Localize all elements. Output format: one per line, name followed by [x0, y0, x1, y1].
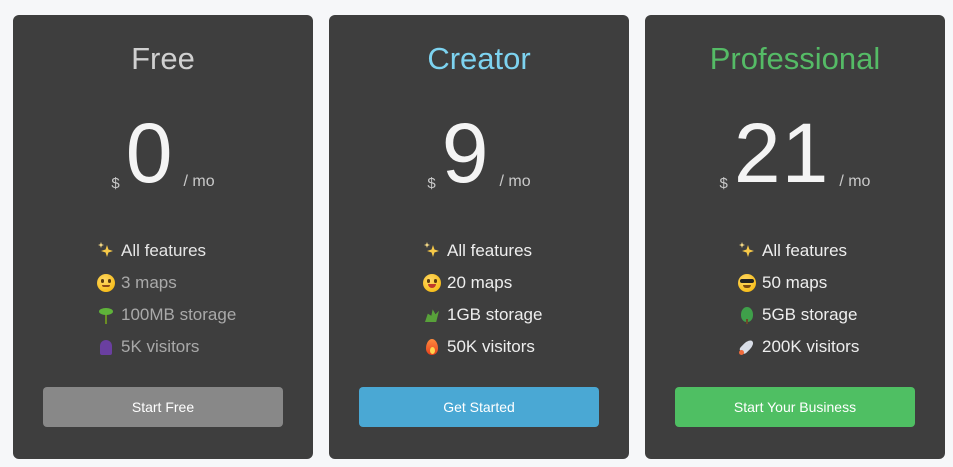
- plan-card-creator: Creator $ 9 / mo All features 20 maps 1G…: [329, 15, 629, 459]
- feature-label: All features: [762, 241, 848, 260]
- plan-price: $ 21 / mo: [645, 109, 945, 195]
- start-your-business-button[interactable]: Start Your Business: [675, 387, 915, 427]
- feature-label: 1GB storage: [447, 305, 543, 324]
- feature-item: 5GB storage: [738, 299, 953, 331]
- get-started-button[interactable]: Get Started: [359, 387, 599, 427]
- sparkles-icon: [423, 242, 441, 260]
- plan-card-free: Free $ 0 / mo All features 3 maps 100MB …: [13, 15, 313, 459]
- fire-icon: [423, 338, 441, 356]
- start-free-button[interactable]: Start Free: [43, 387, 283, 427]
- price-period: / mo: [183, 173, 215, 190]
- feature-label: 3 maps: [121, 273, 177, 292]
- pricing-plans: Free $ 0 / mo All features 3 maps 100MB …: [0, 0, 953, 467]
- feature-label: 20 maps: [447, 273, 513, 292]
- plan-title: Free: [131, 41, 195, 76]
- feature-item: 200K visitors: [738, 331, 953, 363]
- currency-symbol: $: [427, 175, 436, 192]
- price-period: / mo: [839, 173, 871, 190]
- ghost-icon: [97, 338, 115, 356]
- feature-label: 100MB storage: [121, 305, 237, 324]
- plan-price: $ 0 / mo: [13, 109, 313, 195]
- grimacing-face-icon: [97, 274, 115, 292]
- sparkles-icon: [738, 242, 756, 260]
- currency-symbol: $: [111, 175, 120, 192]
- sunglasses-face-icon: [738, 274, 756, 292]
- feature-label: All features: [121, 241, 207, 260]
- price-amount: 21: [733, 106, 830, 200]
- sparkles-icon: [97, 242, 115, 260]
- feature-item: All features: [738, 235, 953, 267]
- rocket-icon: [738, 338, 756, 356]
- feature-label: All features: [447, 241, 533, 260]
- feature-label: 5K visitors: [121, 337, 200, 356]
- plan-price: $ 9 / mo: [329, 109, 629, 195]
- feature-list: All features 50 maps 5GB storage 200K vi…: [645, 235, 953, 363]
- price-period: / mo: [499, 173, 531, 190]
- feature-label: 5GB storage: [762, 305, 858, 324]
- feature-item: 50 maps: [738, 267, 953, 299]
- plan-title: Creator: [427, 41, 531, 76]
- grinning-face-icon: [423, 274, 441, 292]
- price-amount: 0: [125, 106, 174, 200]
- tree-icon: [738, 306, 756, 324]
- plan-title: Professional: [709, 41, 881, 76]
- price-amount: 9: [441, 106, 490, 200]
- feature-label: 200K visitors: [762, 337, 860, 356]
- feature-label: 50 maps: [762, 273, 828, 292]
- currency-symbol: $: [719, 175, 728, 192]
- seedling-icon: [97, 306, 115, 324]
- herb-icon: [423, 306, 441, 324]
- feature-label: 50K visitors: [447, 337, 535, 356]
- plan-card-professional: Professional $ 21 / mo All features 50 m…: [645, 15, 945, 459]
